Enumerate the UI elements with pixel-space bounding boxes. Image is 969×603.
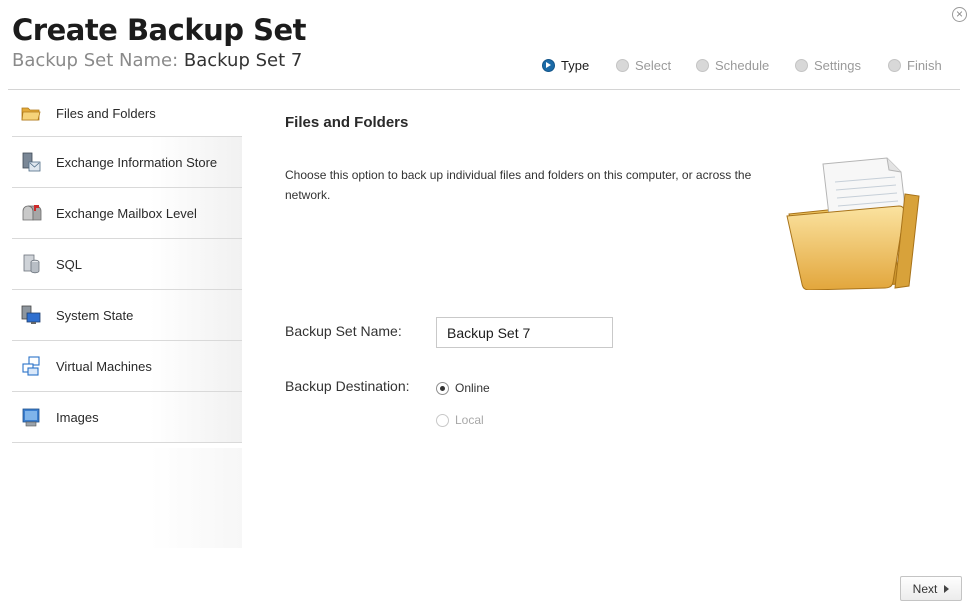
backup-type-sidebar: Files and Folders Exchange Information S… (12, 90, 242, 443)
radio-selected-icon (436, 381, 449, 395)
backup-destination-label: Backup Destination: (285, 378, 410, 394)
arrow-right-icon (944, 584, 950, 593)
sidebar-item-label: Virtual Machines (56, 358, 152, 374)
step-pending-icon (888, 59, 901, 72)
destination-online-radio[interactable]: Online (436, 381, 490, 395)
step-label: Schedule (715, 58, 770, 73)
mailbox-icon (22, 205, 42, 221)
database-icon (23, 254, 40, 274)
computer-icon (21, 305, 41, 324)
step-pending-icon (696, 59, 709, 72)
step-label: Type (561, 58, 590, 73)
subtitle-value: Backup Set 7 (183, 50, 303, 71)
next-button[interactable]: Next (900, 576, 962, 601)
step-finish: Finish (888, 58, 942, 73)
files-and-folders-illustration (786, 157, 920, 290)
radio-label: Local (455, 413, 484, 427)
sidebar-item-images[interactable]: Images (12, 392, 242, 443)
disk-image-icon (22, 408, 40, 427)
exchange-server-icon (22, 152, 41, 172)
step-settings: Settings (795, 58, 861, 73)
radio-label: Online (455, 381, 490, 395)
sidebar-item-label: System State (56, 307, 134, 323)
backup-set-subtitle: Backup Set Name: Backup Set 7 (12, 52, 302, 70)
backup-set-name-label: Backup Set Name: (285, 323, 402, 339)
step-schedule: Schedule (696, 58, 769, 73)
sidebar-item-files-and-folders[interactable]: Files and Folders (12, 90, 242, 137)
step-label: Finish (907, 58, 942, 73)
sidebar-item-label: Exchange Information Store (56, 154, 218, 170)
step-type: Type (542, 58, 589, 73)
sidebar-item-label: Images (56, 409, 99, 425)
sidebar-item-exchange-information-store[interactable]: Exchange Information Store (12, 137, 242, 188)
step-select: Select (616, 58, 671, 73)
sidebar-item-exchange-mailbox-level[interactable]: Exchange Mailbox Level (12, 188, 242, 239)
sidebar-item-virtual-machines[interactable]: Virtual Machines (12, 341, 242, 392)
sidebar-item-label: SQL (56, 256, 83, 272)
step-pending-icon (616, 59, 629, 72)
step-label: Select (635, 58, 672, 73)
backup-set-name-input[interactable] (436, 317, 613, 348)
sidebar-item-label: Exchange Mailbox Level (56, 205, 197, 221)
virtual-machine-icon (22, 356, 40, 376)
sidebar-item-sql[interactable]: SQL (12, 239, 242, 290)
subtitle-label: Backup Set Name: (12, 50, 179, 71)
step-label: Settings (814, 58, 861, 73)
radio-unselected-icon (436, 413, 449, 427)
sidebar-item-system-state[interactable]: System State (12, 290, 242, 341)
close-icon[interactable]: × (952, 7, 967, 22)
step-pending-icon (795, 59, 808, 72)
next-button-label: Next (912, 581, 938, 596)
panel-title: Files and Folders (285, 114, 409, 131)
folder-icon (21, 107, 41, 121)
destination-local-radio[interactable]: Local (436, 413, 484, 427)
sidebar-item-label: Files and Folders (56, 105, 156, 121)
panel-description: Choose this option to back up individual… (285, 168, 752, 202)
dialog-title: Create Backup Set (12, 13, 307, 47)
sidebar-spacer (12, 448, 242, 548)
step-active-icon (542, 59, 555, 72)
